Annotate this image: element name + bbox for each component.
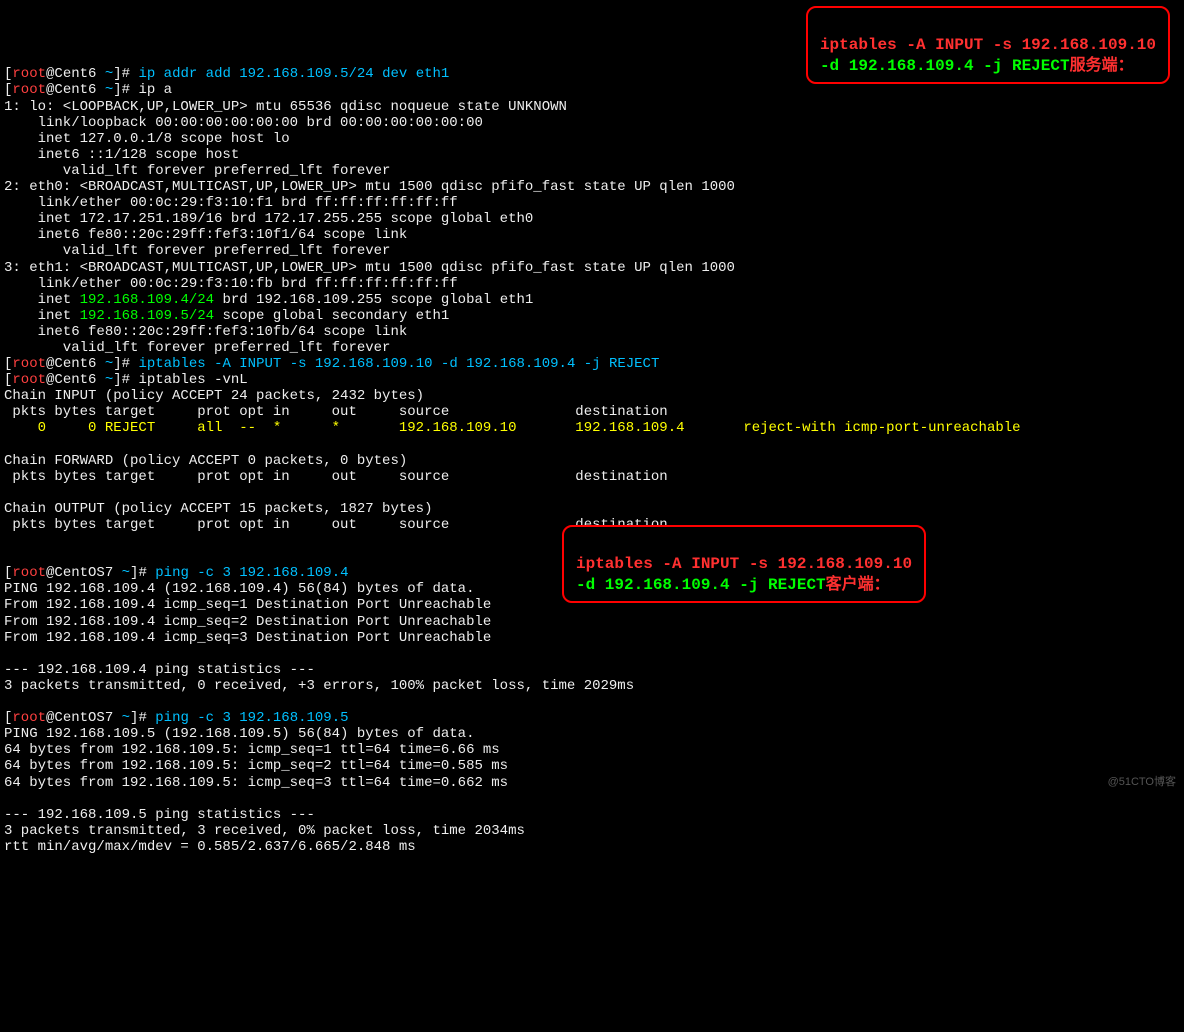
watermark: @51CTO博客 xyxy=(1108,776,1176,789)
output-line: valid_lft forever preferred_lft forever xyxy=(4,163,390,179)
output-line: valid_lft forever preferred_lft forever xyxy=(4,243,390,259)
output-line: link/ether 00:0c:29:f3:10:f1 brd ff:ff:f… xyxy=(4,195,458,211)
prompt: [root@Cent6 ~]# xyxy=(4,356,138,372)
output-line: inet6 fe80::20c:29ff:fef3:10f1/64 scope … xyxy=(4,227,407,243)
output-line: --- 192.168.109.5 ping statistics --- xyxy=(4,807,315,823)
command: ping -c 3 192.168.109.5 xyxy=(155,710,348,726)
command: iptables -A INPUT -s 192.168.109.10 -d 1… xyxy=(138,356,659,372)
output-line: 2: eth0: <BROADCAST,MULTICAST,UP,LOWER_U… xyxy=(4,179,735,195)
prompt: [root@CentOS7 ~]# xyxy=(4,565,155,581)
output-line: rtt min/avg/max/mdev = 0.585/2.637/6.665… xyxy=(4,839,416,855)
output-line: Chain FORWARD (policy ACCEPT 0 packets, … xyxy=(4,453,407,469)
terminal-output[interactable]: [root@Cent6 ~]# ip addr add 192.168.109.… xyxy=(4,66,1180,855)
output-line: 3 packets transmitted, 0 received, +3 er… xyxy=(4,678,634,694)
output-line: valid_lft forever preferred_lft forever xyxy=(4,340,390,356)
output-line: Chain INPUT (policy ACCEPT 24 packets, 2… xyxy=(4,388,424,404)
output-line: From 192.168.109.4 icmp_seq=2 Destinatio… xyxy=(4,614,491,630)
output-line: PING 192.168.109.5 (192.168.109.5) 56(84… xyxy=(4,726,474,742)
output-line: 64 bytes from 192.168.109.5: icmp_seq=1 … xyxy=(4,742,500,758)
output-line: PING 192.168.109.4 (192.168.109.4) 56(84… xyxy=(4,581,474,597)
output-line-highlighted: 0 0 REJECT all -- * * 192.168.109.10 192… xyxy=(4,420,1021,436)
output-line: pkts bytes target prot opt in out source… xyxy=(4,469,668,485)
prompt: [root@Cent6 ~]# xyxy=(4,372,138,388)
output-line: From 192.168.109.4 icmp_seq=3 Destinatio… xyxy=(4,630,491,646)
output-line: inet 172.17.251.189/16 brd 172.17.255.25… xyxy=(4,211,533,227)
output-line: inet 192.168.109.4/24 brd 192.168.109.25… xyxy=(4,292,533,308)
command: ping -c 3 192.168.109.4 xyxy=(155,565,348,581)
output-line: inet6 fe80::20c:29ff:fef3:10fb/64 scope … xyxy=(4,324,407,340)
output-line: link/ether 00:0c:29:f3:10:fb brd ff:ff:f… xyxy=(4,276,458,292)
output-line: inet6 ::1/128 scope host xyxy=(4,147,239,163)
output-line: From 192.168.109.4 icmp_seq=1 Destinatio… xyxy=(4,597,491,613)
output-line: 3 packets transmitted, 3 received, 0% pa… xyxy=(4,823,525,839)
output-line: 64 bytes from 192.168.109.5: icmp_seq=2 … xyxy=(4,758,508,774)
prompt: [root@CentOS7 ~]# xyxy=(4,710,155,726)
output-line: inet 127.0.0.1/8 scope host lo xyxy=(4,131,290,147)
command: iptables -vnL xyxy=(138,372,247,388)
output-line: 1: lo: <LOOPBACK,UP,LOWER_UP> mtu 65536 … xyxy=(4,99,567,115)
annotation-client: iptables -A INPUT -s 192.168.109.10 -d 1… xyxy=(562,525,926,603)
output-line: --- 192.168.109.4 ping statistics --- xyxy=(4,662,315,678)
prompt: [root@Cent6 ~]# xyxy=(4,66,138,82)
output-line: Chain OUTPUT (policy ACCEPT 15 packets, … xyxy=(4,501,432,517)
output-line: pkts bytes target prot opt in out source… xyxy=(4,404,668,420)
prompt: [root@Cent6 ~]# xyxy=(4,82,138,98)
output-line: 3: eth1: <BROADCAST,MULTICAST,UP,LOWER_U… xyxy=(4,260,735,276)
output-line: inet 192.168.109.5/24 scope global secon… xyxy=(4,308,449,324)
output-line: link/loopback 00:00:00:00:00:00 brd 00:0… xyxy=(4,115,483,131)
command: ip a xyxy=(138,82,172,98)
command: ip addr add 192.168.109.5/24 dev eth1 xyxy=(138,66,449,82)
output-line: 64 bytes from 192.168.109.5: icmp_seq=3 … xyxy=(4,775,508,791)
annotation-server: iptables -A INPUT -s 192.168.109.10 -d 1… xyxy=(806,6,1170,84)
